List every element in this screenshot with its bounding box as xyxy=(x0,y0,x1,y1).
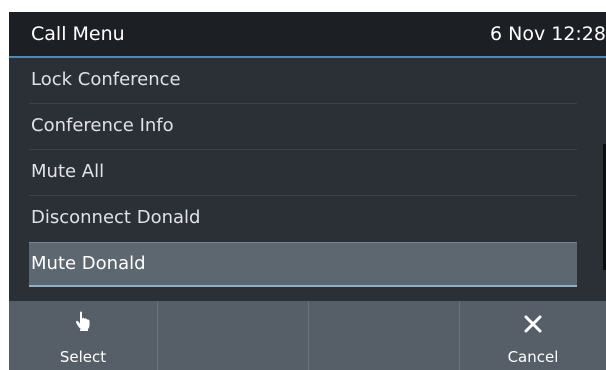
menu-item-mute-all[interactable]: Mute All xyxy=(29,150,577,194)
menu-item-lock-conference[interactable]: Lock Conference xyxy=(29,58,577,102)
menu-item-label: Mute All xyxy=(31,161,105,182)
softkey-label: Cancel xyxy=(507,348,559,366)
screen-title: Call Menu xyxy=(31,23,125,45)
menu-item-label: Lock Conference xyxy=(31,69,181,90)
cancel-softkey[interactable]: Cancel xyxy=(460,301,606,370)
softkey-label: Select xyxy=(59,348,107,366)
menu-item-disconnect-donald[interactable]: Disconnect Donald xyxy=(29,196,577,240)
phone-screen: Call Menu 6 Nov 12:28 Lock Conference Co… xyxy=(9,12,606,370)
menu-item-label: Mute Donald xyxy=(31,253,146,274)
hand-pointer-icon xyxy=(9,311,157,331)
menu-item-label: Conference Info xyxy=(31,115,174,136)
close-icon xyxy=(460,315,606,333)
header-bar: Call Menu 6 Nov 12:28 xyxy=(9,12,606,58)
menu-item-label: Disconnect Donald xyxy=(31,207,201,228)
menu-item-mute-donald[interactable]: Mute Donald xyxy=(29,242,577,287)
softkey-bar: Select Cancel xyxy=(9,301,606,370)
select-softkey[interactable]: Select xyxy=(9,301,157,370)
softkey-2[interactable] xyxy=(158,301,308,370)
softkey-3[interactable] xyxy=(309,301,459,370)
menu-item-conference-info[interactable]: Conference Info xyxy=(29,104,577,148)
date-time: 6 Nov 12:28 xyxy=(489,23,606,45)
